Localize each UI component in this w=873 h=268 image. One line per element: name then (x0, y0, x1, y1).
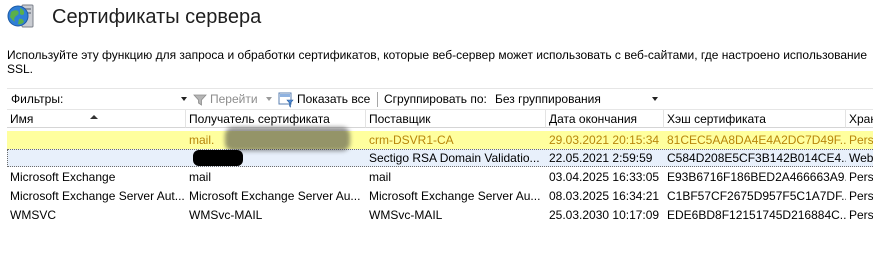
go-dropdown-icon[interactable] (266, 97, 272, 101)
filter-label: Фильтры: (11, 92, 64, 106)
cell-store: Web (849, 151, 873, 165)
table-row[interactable]: WMSVC WMSvc-MAIL WMSvc-MAIL 25.03.2030 1… (7, 206, 873, 224)
filter-dropdown-icon[interactable] (181, 97, 187, 101)
cell-store: Pers (849, 133, 873, 147)
group-by-label: Сгруппировать по: (384, 92, 487, 106)
cell-issued-to: Microsoft Exchange Server Au... (189, 189, 361, 203)
cell-store: Pers (849, 189, 873, 203)
cell-expiration: 08.03.2025 16:34:21 (549, 189, 660, 203)
cell-name: Microsoft Exchange Server Aut... (10, 189, 185, 203)
cell-hash: EDE6BD8F12151745D216884C... (667, 208, 846, 222)
show-all-button[interactable]: Показать все (297, 89, 370, 110)
feature-description: Используйте эту функцию для запроса и об… (7, 48, 868, 76)
sort-ascending-icon (90, 115, 98, 119)
cell-expiration: 22.05.2021 2:59:59 (549, 151, 653, 165)
table-row[interactable]: Sectigo RSA Domain Validatio... 22.05.20… (7, 149, 873, 167)
cell-store: Pers (849, 170, 873, 184)
cell-hash: E93B6716F186BED2A466663A9... (667, 170, 846, 184)
table-row[interactable]: mail. crm-DSVR1-CA 29.03.2021 20:15:34 8… (7, 131, 873, 149)
table-row[interactable]: Microsoft Exchange mail mail 03.04.2025 … (7, 168, 873, 186)
cell-issuer: Microsoft Exchange Server Au... (369, 189, 541, 203)
cell-expiration: 29.03.2021 20:15:34 (549, 133, 660, 147)
cell-hash: 81CEC5AA8DA4E4A2DC7D49F... (667, 133, 846, 147)
table-header: Имя Получатель сертификата Поставщик Дат… (7, 110, 873, 128)
cell-hash: C584D208E5CF3B142B014CE4... (667, 151, 846, 165)
cell-name: Microsoft Exchange (10, 170, 116, 184)
column-header-hash[interactable]: Хэш сертификата (664, 110, 846, 128)
cell-store: Pers (849, 208, 873, 222)
filter-input[interactable] (71, 89, 183, 110)
column-header-issuer[interactable]: Поставщик (366, 110, 546, 128)
cell-issued-to: WMSvc-MAIL (189, 208, 263, 222)
cell-issued-to: mail (189, 170, 212, 184)
globe-server-icon (6, 2, 36, 32)
redaction-block (193, 150, 243, 166)
column-header-expiration[interactable]: Дата окончания (546, 110, 664, 128)
funnel-icon (193, 89, 209, 110)
show-all-icon (278, 89, 294, 110)
group-by-dropdown-icon[interactable] (652, 97, 658, 101)
column-header-issued-to[interactable]: Получатель сертификата (186, 110, 366, 128)
cell-name: WMSVC (10, 208, 56, 222)
cell-issuer: mail (369, 170, 392, 184)
toolbar-separator (377, 92, 378, 107)
page-title: Сертификаты сервера (52, 6, 262, 28)
cell-hash: C1BF57CF2675D957F5C1A7DF... (667, 189, 846, 203)
filter-toolbar: Фильтры: Перейти Показать все Сгруппиров… (7, 88, 873, 110)
certificates-table: Имя Получатель сертификата Поставщик Дат… (7, 110, 873, 268)
cell-issuer: Sectigo RSA Domain Validatio... (369, 151, 540, 165)
column-header-name[interactable]: Имя (7, 110, 186, 128)
group-by-select[interactable]: Без группирования (495, 89, 661, 110)
redaction-scribble (225, 127, 350, 151)
page-header: Сертификаты сервера (0, 0, 873, 40)
table-row[interactable]: Microsoft Exchange Server Aut... Microso… (7, 187, 873, 205)
cell-issuer: WMSvc-MAIL (369, 208, 443, 222)
column-header-label: Имя (10, 112, 34, 126)
cell-expiration: 25.03.2030 10:17:09 (549, 208, 660, 222)
cell-name (7, 131, 186, 149)
go-button[interactable]: Перейти (210, 89, 258, 110)
cell-name (7, 149, 186, 167)
column-header-store[interactable]: Хран (846, 110, 873, 128)
cell-issuer: crm-DSVR1-CA (369, 133, 454, 147)
cell-expiration: 03.04.2025 16:33:05 (549, 170, 660, 184)
